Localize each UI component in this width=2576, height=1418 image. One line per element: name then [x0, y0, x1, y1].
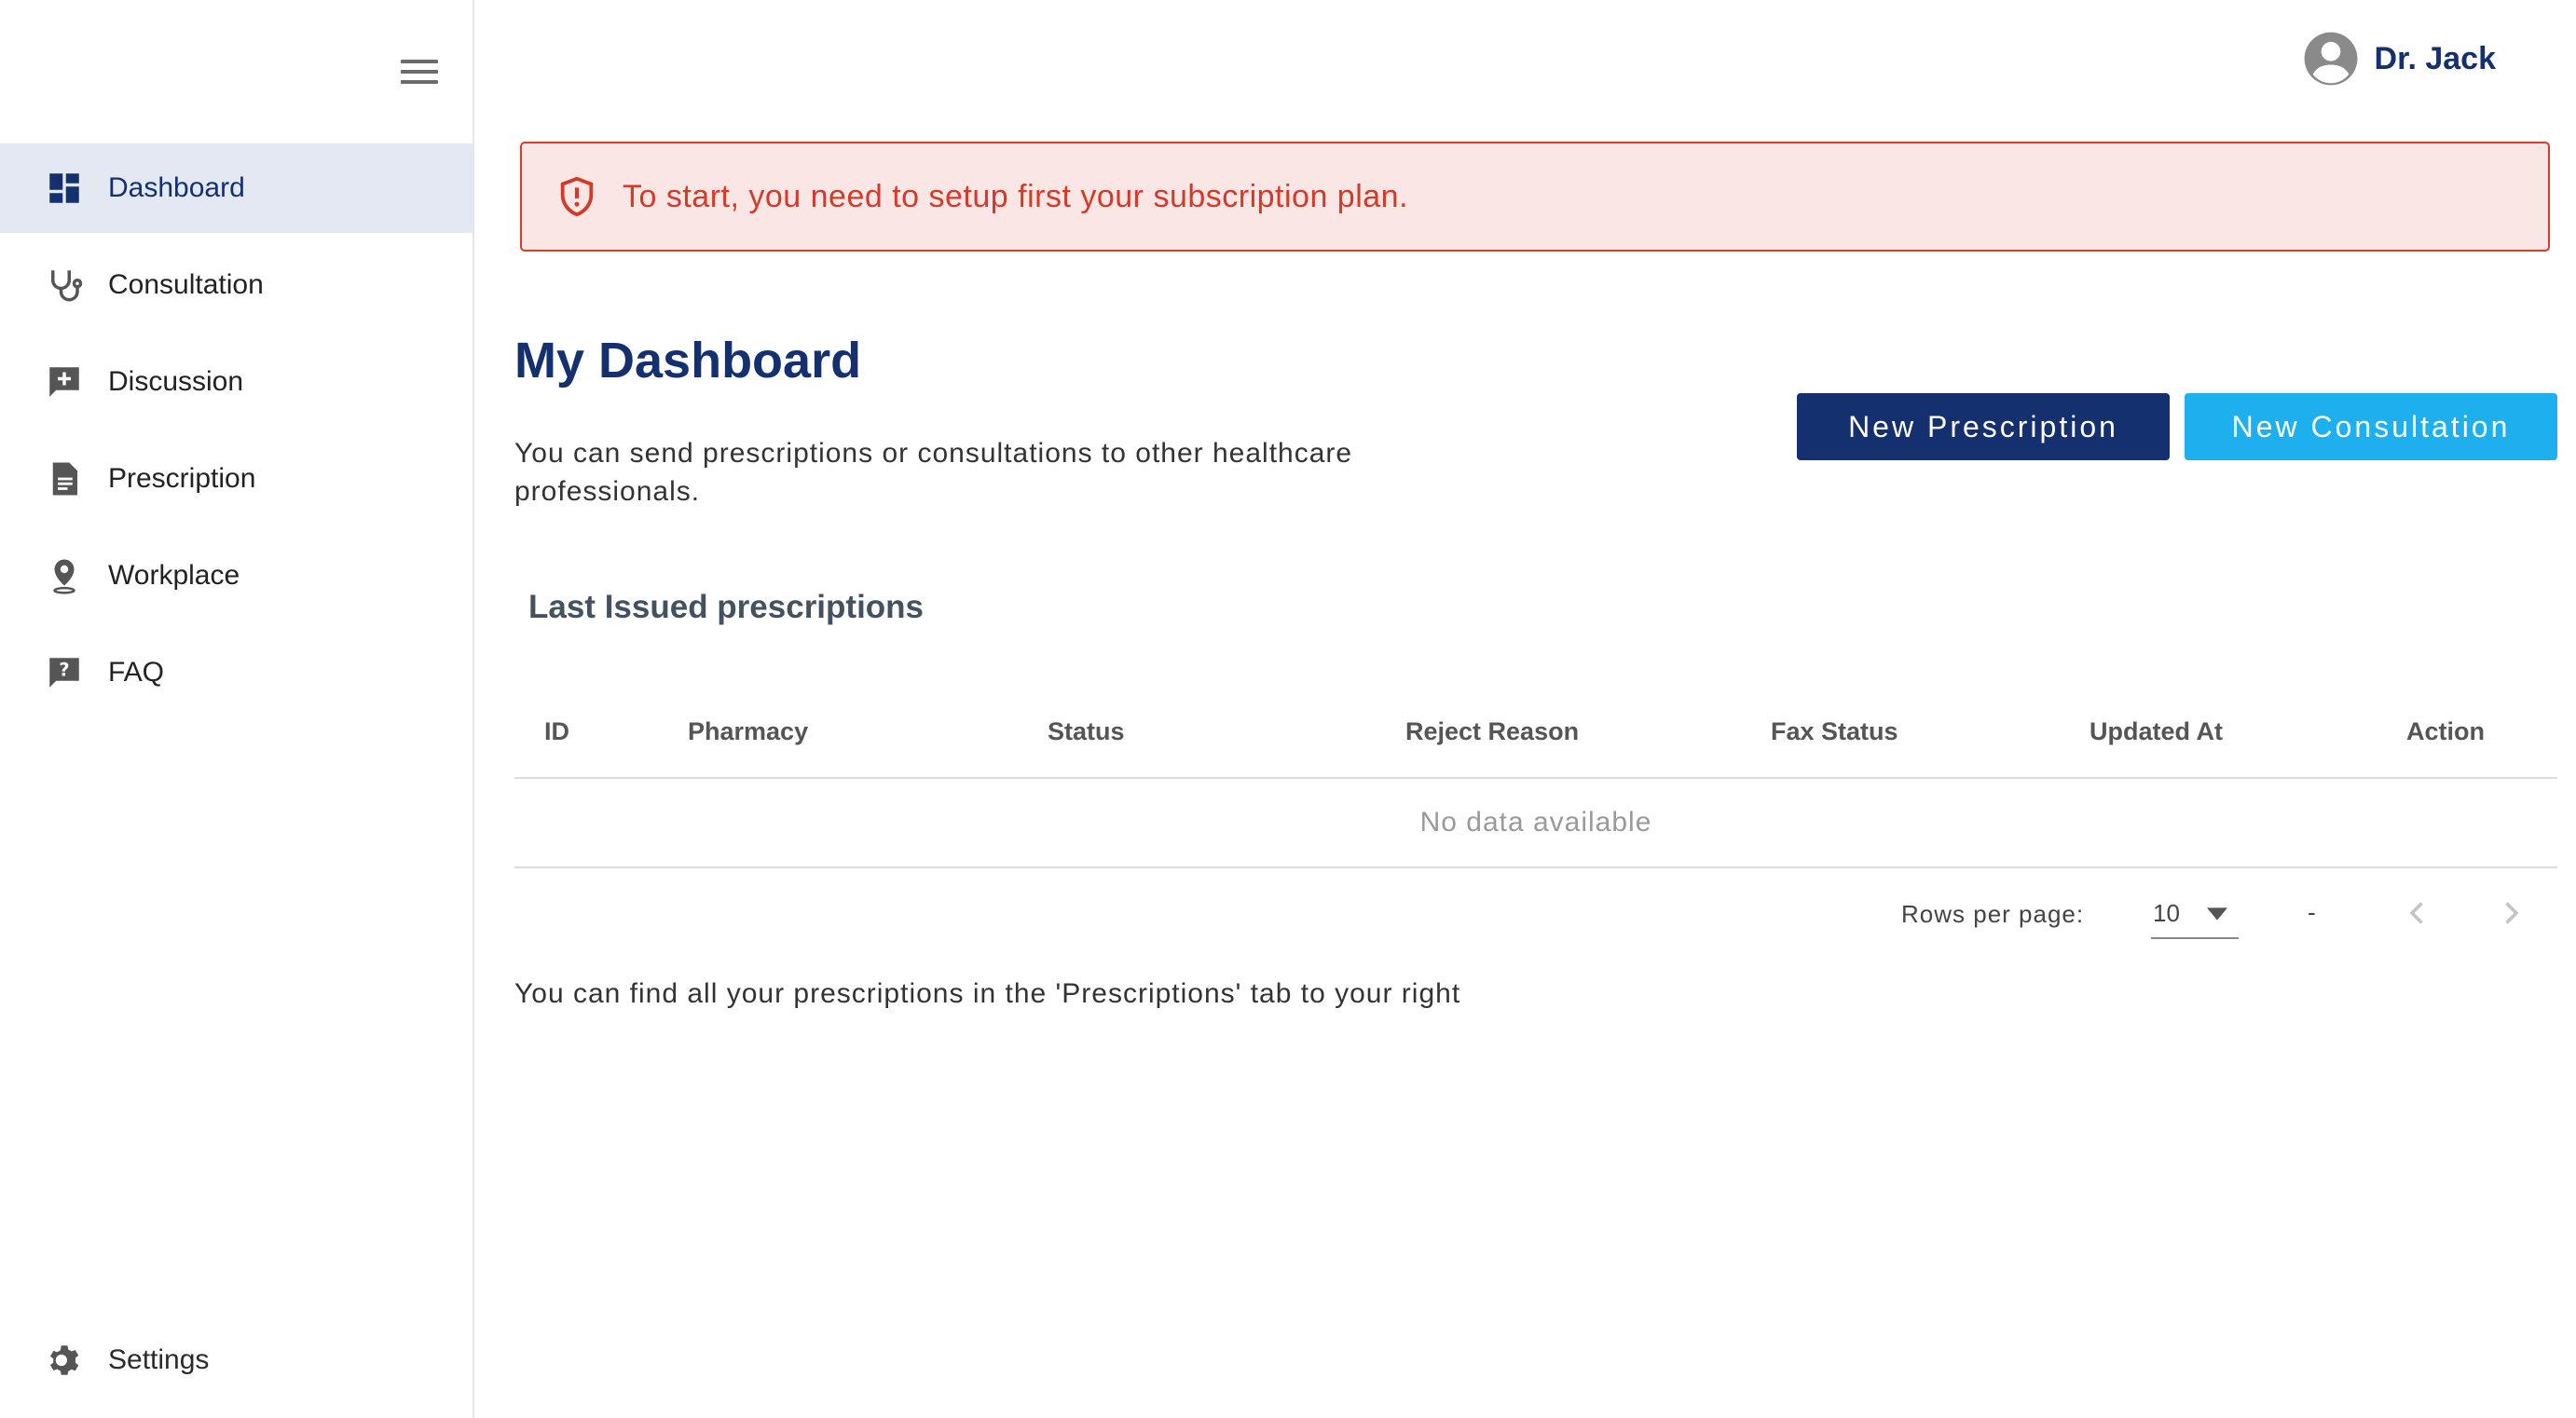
- column-header-action[interactable]: Action: [2406, 717, 2485, 746]
- settings-label: Settings: [108, 1344, 210, 1375]
- sidebar-item-label: Discussion: [108, 366, 244, 397]
- column-header-status[interactable]: Status: [1048, 717, 1125, 746]
- new-consultation-button[interactable]: New Consultation: [2185, 393, 2557, 460]
- sidebar-item-consultation[interactable]: Consultation: [0, 240, 473, 330]
- account-circle-icon: [2304, 32, 2357, 86]
- subscription-alert: To start, you need to setup first your s…: [520, 142, 2550, 252]
- sidebar-item-discussion[interactable]: Discussion: [0, 337, 473, 427]
- sidebar-item-label: Dashboard: [108, 172, 245, 203]
- next-page-button[interactable]: [2494, 896, 2528, 930]
- dashboard-icon: [45, 169, 84, 208]
- app: Dashboard Consultation Discussion Prescr…: [0, 0, 2576, 1418]
- location-pin-icon: [45, 556, 84, 595]
- sidebar-item-dashboard[interactable]: Dashboard: [0, 143, 473, 233]
- new-prescription-button[interactable]: New Prescription: [1797, 393, 2170, 460]
- caret-down-icon: [2207, 907, 2227, 920]
- gear-icon: [45, 1341, 84, 1380]
- alert-text: To start, you need to setup first your s…: [623, 178, 1409, 214]
- chevron-left-icon: [2409, 902, 2423, 924]
- column-header-reject-reason[interactable]: Reject Reason: [1405, 717, 1579, 746]
- document-icon: [45, 459, 84, 498]
- user-menu[interactable]: Dr. Jack: [2302, 28, 2496, 89]
- prescriptions-hint: You can find all your prescriptions in t…: [514, 978, 1461, 1009]
- page-range: -: [2308, 898, 2316, 926]
- sidebar: Dashboard Consultation Discussion Prescr…: [0, 0, 474, 1418]
- help-icon: ?: [45, 653, 84, 692]
- column-header-updated-at[interactable]: Updated At: [2090, 717, 2223, 746]
- chat-add-icon: [45, 362, 84, 402]
- sidebar-item-label: Prescription: [108, 463, 256, 494]
- sidebar-item-workplace[interactable]: Workplace: [0, 531, 473, 620]
- sidebar-item-prescription[interactable]: Prescription: [0, 434, 473, 524]
- sidebar-item-settings[interactable]: Settings: [0, 1316, 473, 1405]
- chevron-right-icon: [2505, 902, 2519, 924]
- rows-per-page-label: Rows per page:: [1901, 900, 2085, 928]
- prescriptions-table: ID Pharmacy Status Reject Reason Fax Sta…: [514, 689, 2557, 971]
- svg-text:?: ?: [59, 660, 69, 681]
- page-title: My Dashboard: [514, 333, 862, 389]
- stethoscope-icon: [45, 266, 84, 305]
- table-header: ID Pharmacy Status Reject Reason Fax Sta…: [514, 689, 2557, 779]
- menu-toggle-icon[interactable]: [399, 56, 440, 88]
- sidebar-item-faq[interactable]: ? FAQ: [0, 628, 473, 717]
- table-empty-state: No data available: [514, 779, 2557, 868]
- table-footer: Rows per page: 10 -: [514, 868, 2557, 971]
- rows-per-page-value: 10: [2153, 898, 2180, 927]
- sidebar-nav: Dashboard Consultation Discussion Prescr…: [0, 143, 473, 725]
- sidebar-item-label: FAQ: [108, 657, 165, 688]
- sidebar-item-label: Workplace: [108, 560, 240, 591]
- rows-per-page-select[interactable]: 10: [2151, 889, 2239, 939]
- shield-alert-icon: [560, 176, 594, 217]
- column-header-pharmacy[interactable]: Pharmacy: [688, 717, 808, 746]
- section-title: Last Issued prescriptions: [528, 589, 925, 625]
- previous-page-button[interactable]: [2401, 896, 2434, 930]
- column-header-fax-status[interactable]: Fax Status: [1771, 717, 1898, 746]
- column-header-id[interactable]: ID: [544, 717, 569, 746]
- user-name: Dr. Jack: [2374, 40, 2496, 76]
- sidebar-item-label: Consultation: [108, 269, 264, 300]
- page-subtitle: You can send prescriptions or consultati…: [514, 438, 1353, 507]
